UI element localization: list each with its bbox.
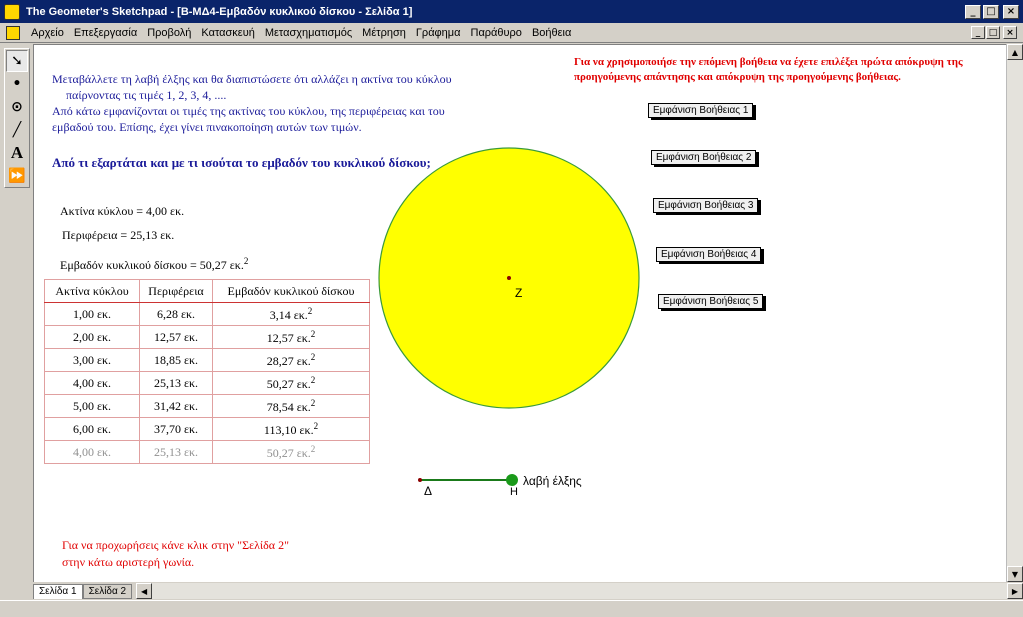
status-bar	[0, 600, 1023, 617]
menu-measure[interactable]: Μέτρηση	[357, 27, 411, 39]
horizontal-scrollbar[interactable]: ◀ ▶	[136, 583, 1023, 599]
menu-construct[interactable]: Κατασκευή	[196, 27, 259, 39]
point-tool-icon[interactable]: •	[6, 73, 28, 95]
doc-close-button[interactable]: ×	[1003, 26, 1017, 39]
menu-transform[interactable]: Μετασχηματισμός	[260, 27, 357, 39]
window-title: The Geometer's Sketchpad - [Β-ΜΔ4-Εμβαδό…	[26, 5, 413, 18]
scroll-left-icon[interactable]: ◀	[136, 583, 153, 599]
scroll-right-icon[interactable]: ▶	[1007, 583, 1023, 599]
arrow-tool-icon[interactable]: ➘	[6, 50, 28, 72]
slider-end-label: Η	[510, 486, 518, 498]
minimize-button[interactable]: _	[965, 4, 981, 19]
app-icon	[4, 3, 20, 20]
maximize-button[interactable]: □	[983, 4, 999, 19]
scroll-down-icon[interactable]: ▼	[1007, 566, 1023, 582]
menu-edit[interactable]: Επεξεργασία	[69, 27, 142, 39]
menu-help[interactable]: Βοήθεια	[527, 27, 576, 39]
drag-handle-caption: λαβή έλξης	[523, 474, 582, 488]
close-button[interactable]: ×	[1003, 4, 1019, 19]
center-label: Z	[515, 286, 522, 300]
menu-display[interactable]: Προβολή	[142, 27, 196, 39]
menu-window[interactable]: Παράθυρο	[466, 27, 527, 39]
footer-line: στην κάτω αριστερή γωνία.	[62, 555, 195, 569]
doc-minimize-button[interactable]: _	[971, 26, 985, 39]
slider-start-point[interactable]	[418, 478, 422, 482]
sketch-canvas[interactable]: Μεταβάλλετε τη λαβή έλξης και θα διαπιστ…	[33, 44, 1006, 582]
scroll-up-icon[interactable]: ▲	[1007, 44, 1023, 60]
slider-start-label: Δ	[424, 484, 432, 498]
menu-graph[interactable]: Γράφημα	[411, 27, 466, 39]
vertical-scrollbar[interactable]: ▲ ▼	[1006, 44, 1023, 582]
tab-page-1[interactable]: Σελίδα 1	[33, 583, 83, 599]
drag-handle[interactable]	[506, 474, 518, 486]
center-point[interactable]	[507, 276, 511, 280]
menu-file[interactable]: Αρχείο	[26, 27, 69, 39]
title-bar: The Geometer's Sketchpad - [Β-ΜΔ4-Εμβαδό…	[0, 0, 1023, 23]
tab-page-2[interactable]: Σελίδα 2	[82, 583, 133, 599]
document-icon[interactable]	[6, 25, 20, 40]
footer-line: Για να προχωρήσεις κάνε κλικ στην "Σελίδ…	[62, 538, 289, 552]
straightedge-tool-icon[interactable]: ╱	[6, 119, 28, 141]
page-tabs-bar: Σελίδα 1 Σελίδα 2 ◀ ▶	[33, 582, 1023, 600]
custom-tool-icon[interactable]: ⏩	[6, 165, 28, 187]
footer-instructions: Για να προχωρήσεις κάνε κλικ στην "Σελίδ…	[62, 537, 289, 571]
doc-restore-button[interactable]: □	[986, 26, 1000, 39]
compass-tool-icon[interactable]: ⊙	[6, 96, 28, 118]
menu-bar: Αρχείο Επεξεργασία Προβολή Κατασκευή Μετ…	[0, 23, 1023, 43]
text-tool-icon[interactable]: A	[6, 142, 28, 164]
toolbox: ➘ • ⊙ ╱ A ⏩	[4, 48, 30, 188]
geometry-layer: Z Δ Η λαβή έλξης	[378, 147, 640, 498]
